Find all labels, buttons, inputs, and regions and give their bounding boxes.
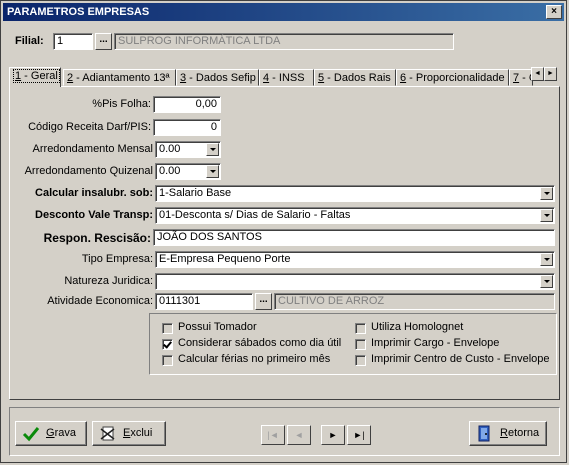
tipo-empresa-value: E-Empresa Pequeno Porte	[159, 253, 291, 265]
atividade-economica-description: CULTIVO DE ARROZ	[274, 293, 555, 310]
chevron-down-icon[interactable]	[540, 275, 553, 288]
nav-prev-button[interactable]: ◄	[287, 425, 311, 445]
exclui-button[interactable]: Exclui	[92, 421, 166, 446]
imprimir-centro-custo-label: Imprimir Centro de Custo - Envelope	[371, 353, 550, 365]
calc-insalubr-label: Calcular insalubr. sob:	[35, 187, 153, 199]
considerar-sabados-label: Considerar sábados como dia útil	[178, 337, 342, 349]
atividade-lookup-button[interactable]: ...	[255, 293, 272, 310]
chevron-down-icon[interactable]	[540, 253, 553, 266]
nav-next-button[interactable]: ►	[321, 425, 345, 445]
filial-lookup-button[interactable]: ...	[95, 33, 112, 50]
filial-label: Filial:	[15, 35, 44, 47]
grava-button[interactable]: Grava	[15, 421, 87, 446]
possui-tomador-label: Possui Tomador	[178, 321, 257, 333]
pis-folha-input[interactable]: 0,00	[153, 96, 221, 113]
considerar-sabados-checkbox[interactable]	[162, 339, 173, 350]
tab-geral[interactable]: 1 - Geral	[9, 67, 61, 87]
tab-strip: 1 - Geral 2 - Adiantamento 13ª 3 - Dados…	[9, 67, 559, 87]
arred-quinzenal-value: 0.00	[159, 165, 181, 177]
arred-mensal-select[interactable]: 0.00	[155, 141, 221, 158]
arred-mensal-value: 0.00	[159, 143, 181, 155]
chevron-down-icon[interactable]	[540, 209, 553, 222]
codigo-receita-label: Código Receita Darf/PIS:	[28, 121, 151, 133]
tab-dados-rais[interactable]: 5 - Dados Rais	[314, 69, 396, 86]
tab-proporcionalidade[interactable]: 6 - Proporcionalidade	[396, 69, 509, 86]
atividade-economica-code-input[interactable]: 0111301	[155, 293, 253, 310]
calcular-ferias-checkbox[interactable]	[162, 355, 173, 366]
chevron-down-icon[interactable]	[206, 143, 219, 156]
chevron-down-icon[interactable]	[540, 187, 553, 200]
tipo-empresa-select[interactable]: E-Empresa Pequeno Porte	[155, 251, 555, 268]
natureza-juridica-label: Natureza Juridica:	[64, 275, 153, 287]
close-button[interactable]: ×	[546, 5, 562, 19]
respon-rescisao-input[interactable]: JOÃO DOS SANTOS	[153, 229, 555, 246]
delete-document-icon	[100, 426, 115, 441]
checkmark-icon	[22, 427, 40, 442]
natureza-juridica-select[interactable]	[155, 273, 555, 290]
utiliza-homolognet-checkbox[interactable]	[355, 323, 366, 334]
tab-adiantamento-13[interactable]: 2 - Adiantamento 13ª	[63, 69, 176, 86]
possui-tomador-checkbox[interactable]	[162, 323, 173, 334]
arred-quinzenal-label: Arredondamento Quizenal	[24, 165, 153, 177]
codigo-receita-input[interactable]: 0	[153, 119, 221, 136]
imprimir-centro-custo-checkbox[interactable]	[355, 355, 366, 366]
calc-insalubr-value: 1-Salario Base	[159, 187, 232, 199]
utiliza-homolognet-label: Utiliza Homolognet	[371, 321, 464, 333]
calc-insalubr-select[interactable]: 1-Salario Base	[155, 185, 555, 202]
desconto-vt-select[interactable]: 01-Desconta s/ Dias de Salario - Faltas	[155, 207, 555, 224]
title-bar: PARAMETROS EMPRESAS ×	[3, 3, 564, 21]
nav-first-button[interactable]: |◄	[261, 425, 285, 445]
tab-scroll-left-icon[interactable]: ◄	[531, 67, 544, 81]
pis-folha-label: %Pis Folha:	[92, 98, 151, 110]
tipo-empresa-label: Tipo Empresa:	[81, 253, 153, 265]
arred-quinzenal-select[interactable]: 0.00	[155, 163, 221, 180]
desconto-vt-label: Desconto Vale Transp:	[35, 209, 153, 221]
desconto-vt-value: 01-Desconta s/ Dias de Salario - Faltas	[159, 209, 351, 221]
calcular-ferias-label: Calcular férias no primeiro mês	[178, 353, 331, 365]
chevron-down-icon[interactable]	[206, 165, 219, 178]
filial-name-field: SULPROG INFORMÁTICA LTDA	[114, 33, 454, 50]
nav-last-button[interactable]: ►|	[347, 425, 371, 445]
tab-inss[interactable]: 4 - INSS	[259, 69, 314, 86]
tab-scroll-right-icon[interactable]: ►	[544, 67, 557, 81]
atividade-economica-label: Atividade Economica:	[47, 295, 153, 307]
retorna-button[interactable]: Retorna	[469, 421, 547, 446]
tab-dados-sefip[interactable]: 3 - Dados Sefip	[176, 69, 259, 86]
tab-c-partial[interactable]: 7 - C	[509, 69, 533, 86]
imprimir-cargo-label: Imprimir Cargo - Envelope	[371, 337, 500, 349]
arred-mensal-label: Arredondamento Mensal	[32, 143, 153, 155]
door-exit-icon	[478, 425, 490, 442]
imprimir-cargo-checkbox[interactable]	[355, 339, 366, 350]
window-title: PARAMETROS EMPRESAS	[7, 6, 150, 18]
filial-code-input[interactable]: 1	[53, 33, 93, 50]
respon-rescisao-label: Respon. Rescisão:	[43, 231, 151, 245]
parametros-empresas-window: PARAMETROS EMPRESAS × Filial: 1 ... SULP…	[0, 0, 567, 463]
